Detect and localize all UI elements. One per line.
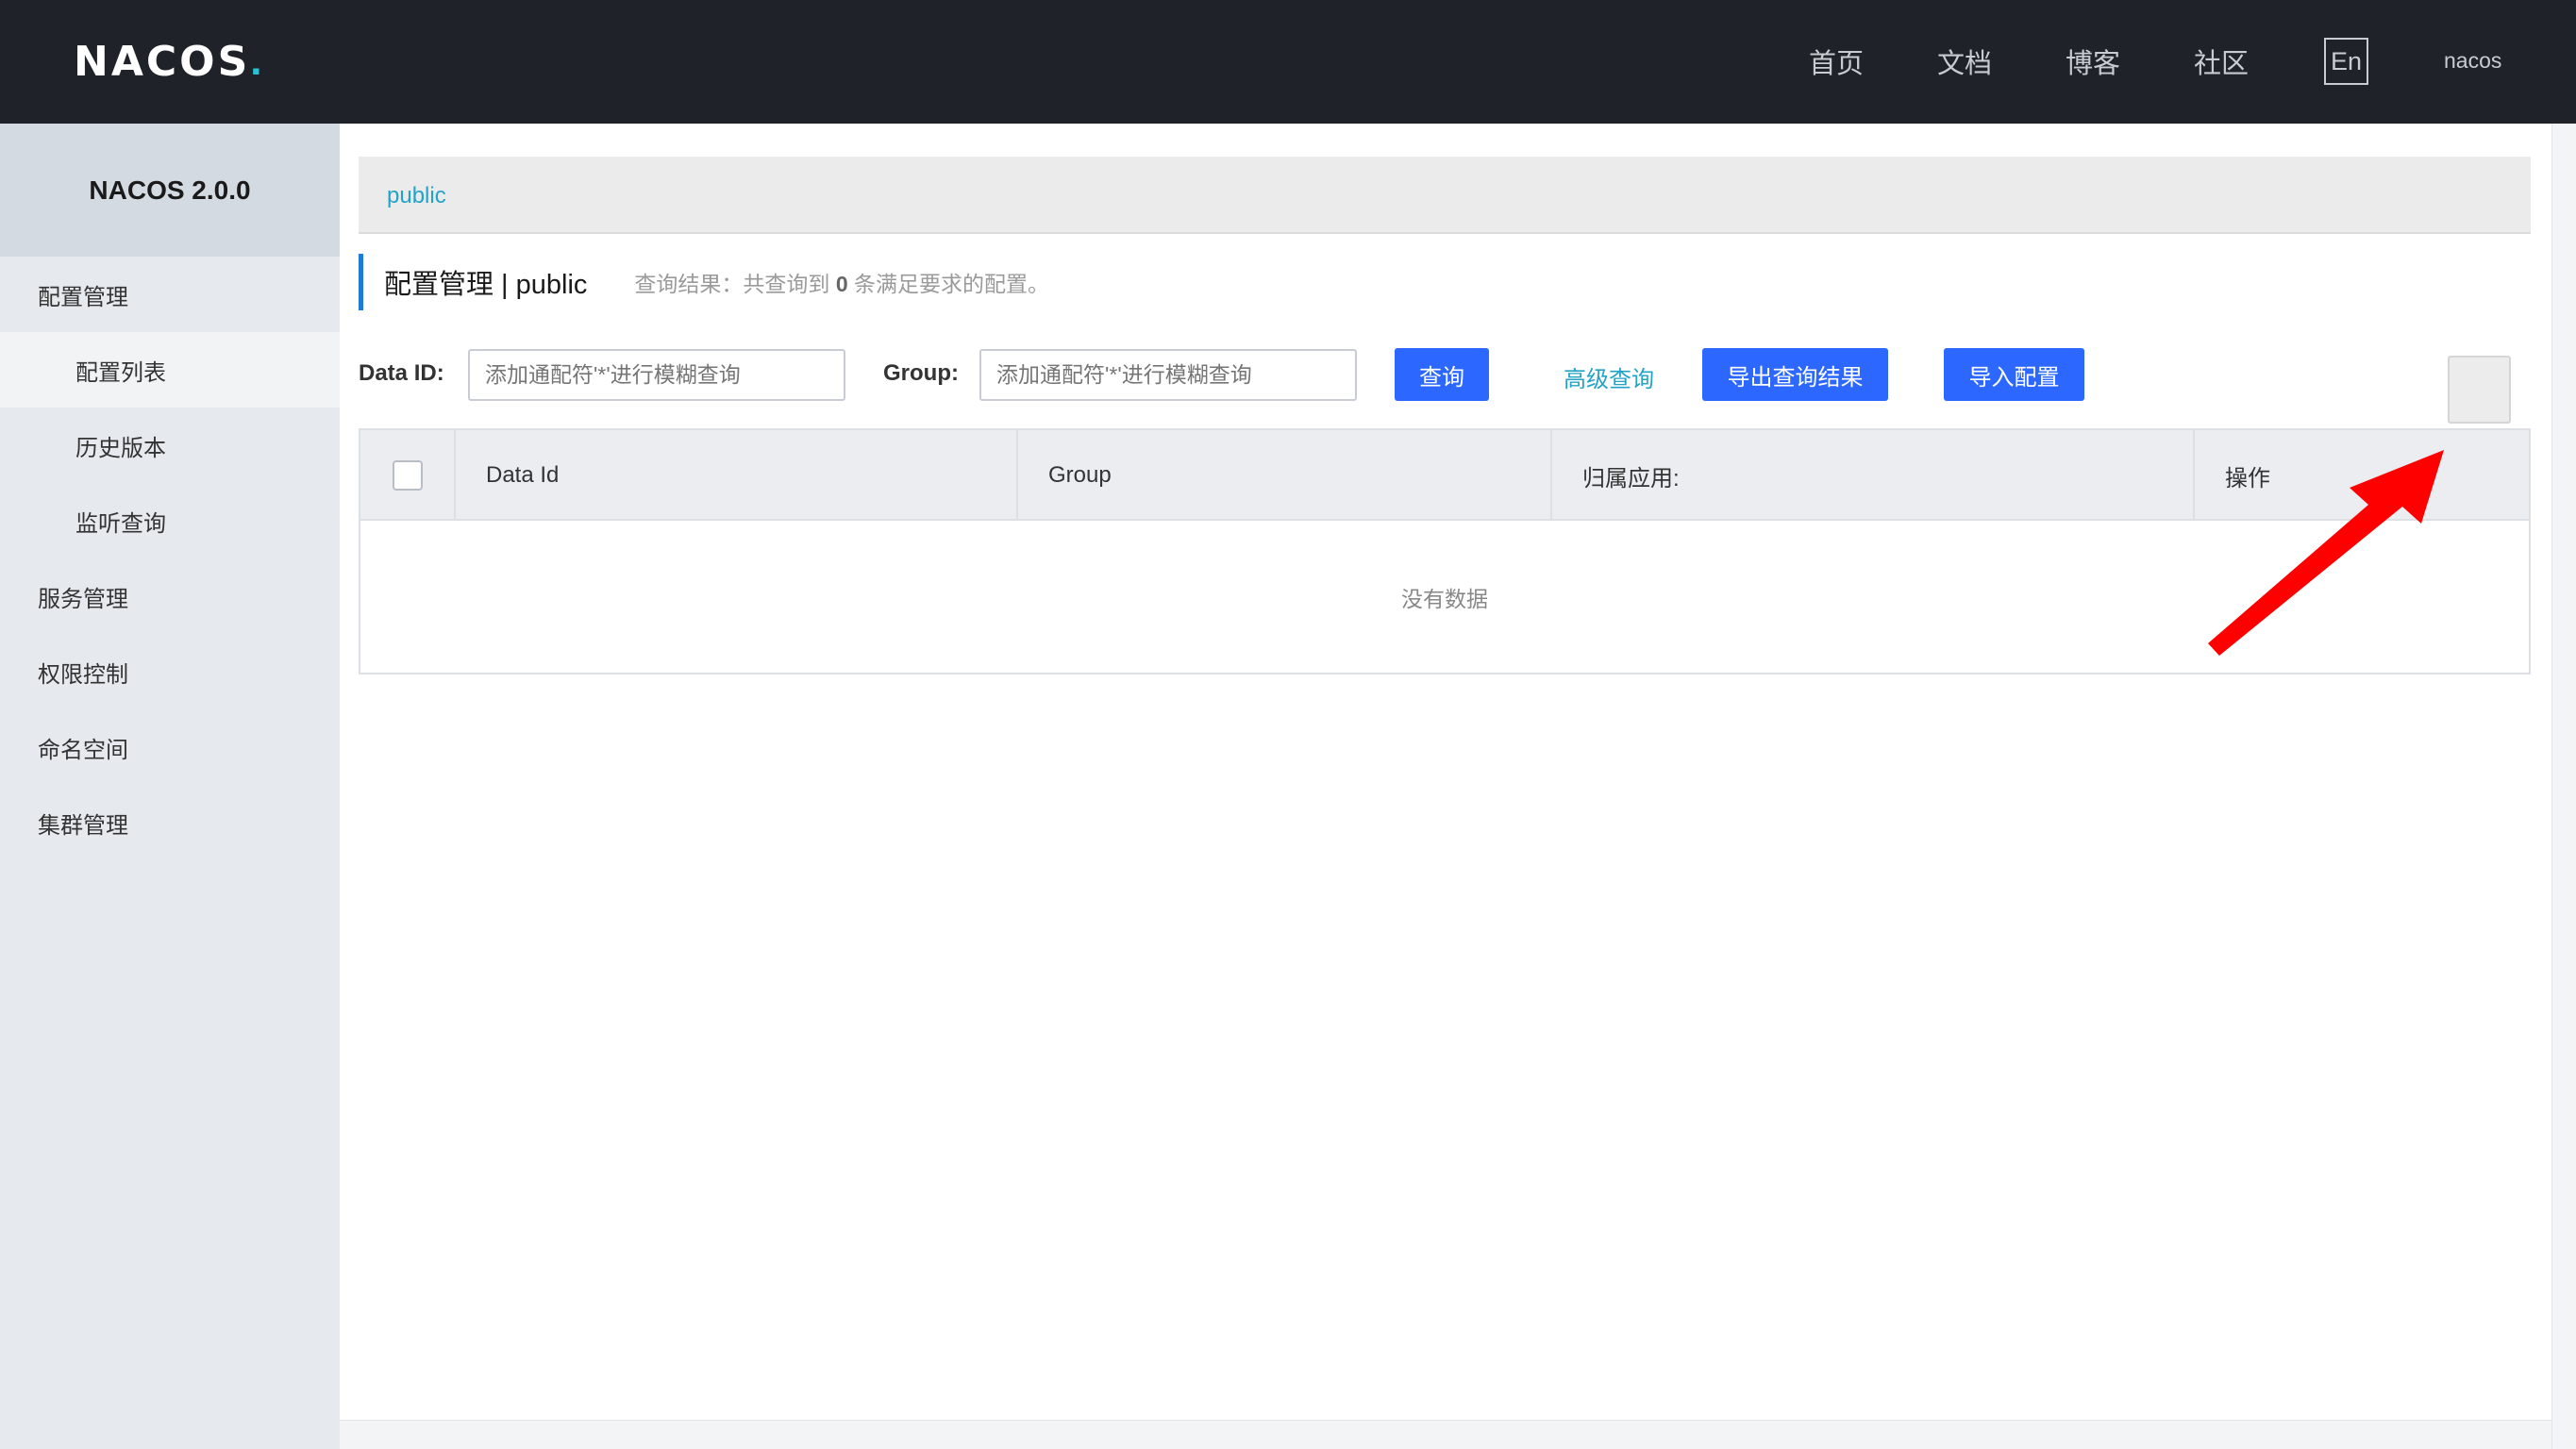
column-header-data-id[interactable]: Data Id [456,430,1018,521]
sidebar-header: NACOS 2.0.0 [0,124,340,257]
page-title: 配置管理 | public [384,270,588,300]
sidebar-item-history-versions[interactable]: 历史版本 [0,408,340,483]
main-content [340,124,2551,1420]
page-header: 配置管理 | public 查询结果：共查询到 0 条满足要求的配置。 [359,254,1049,310]
sidebar-item-cluster-management[interactable]: 集群管理 [0,785,340,860]
nacos-logo[interactable]: NACOS. [74,28,262,94]
hint-prefix: 查询结果：共查询到 [634,272,830,296]
data-id-label: Data ID: [359,360,444,386]
arrow-shape [2208,450,2444,656]
logo-text: NACOS [74,37,251,86]
config-table: Data Id Group 归属应用: 操作 没有数据 [359,428,2531,675]
empty-state-text: 没有数据 [1401,586,1488,611]
table-header: Data Id Group 归属应用: 操作 [360,430,2529,521]
red-arrow-annotation [2208,450,2444,656]
select-all-cell [360,430,456,521]
namespace-bar: public [359,157,2531,234]
nav-community-link[interactable]: 社区 [2194,42,2249,81]
export-results-button[interactable]: 导出查询结果 [1702,348,1888,401]
group-label: Group: [883,360,959,386]
sidebar-item-namespace[interactable]: 命名空间 [0,709,340,785]
column-header-group[interactable]: Group [1018,430,1552,521]
import-config-button[interactable]: 导入配置 [1944,348,2084,401]
sidebar-item-listener-query[interactable]: 监听查询 [0,483,340,558]
data-id-input[interactable] [468,349,845,401]
product-version-title: NACOS 2.0.0 [89,175,251,205]
query-result-hint: 查询结果：共查询到 0 条满足要求的配置。 [634,266,1049,298]
placeholder-button[interactable] [2448,356,2511,424]
nav-home-link[interactable]: 首页 [1809,42,1864,81]
group-input[interactable] [979,349,1357,401]
result-count: 0 [835,272,848,296]
advanced-query-link[interactable]: 高级查询 [1564,360,1654,393]
sidebar-item-config-management[interactable]: 配置管理 [0,257,340,332]
sidebar-item-access-control[interactable]: 权限控制 [0,634,340,709]
user-menu[interactable]: nacos [2444,48,2501,74]
nav-docs-link[interactable]: 文档 [1937,42,1992,81]
sidebar: NACOS 2.0.0 配置管理 配置列表 历史版本 监听查询 服务管理 权限控… [0,124,340,1449]
top-header: NACOS. 首页 文档 博客 社区 En nacos [0,0,2576,124]
select-all-checkbox[interactable] [392,460,423,491]
query-button[interactable]: 查询 [1395,348,1489,401]
sidebar-item-service-management[interactable]: 服务管理 [0,558,340,634]
column-header-app[interactable]: 归属应用: [1552,430,2195,521]
nav-blog-link[interactable]: 博客 [2066,42,2120,81]
hint-suffix: 条满足要求的配置。 [854,272,1049,296]
bottom-edge [340,1420,2551,1449]
namespace-public-link[interactable]: public [387,183,446,209]
sidebar-item-config-list[interactable]: 配置列表 [0,332,340,408]
logo-dot: . [250,38,262,84]
language-switch-button[interactable]: En [2324,38,2368,85]
right-edge [2551,124,2576,1449]
